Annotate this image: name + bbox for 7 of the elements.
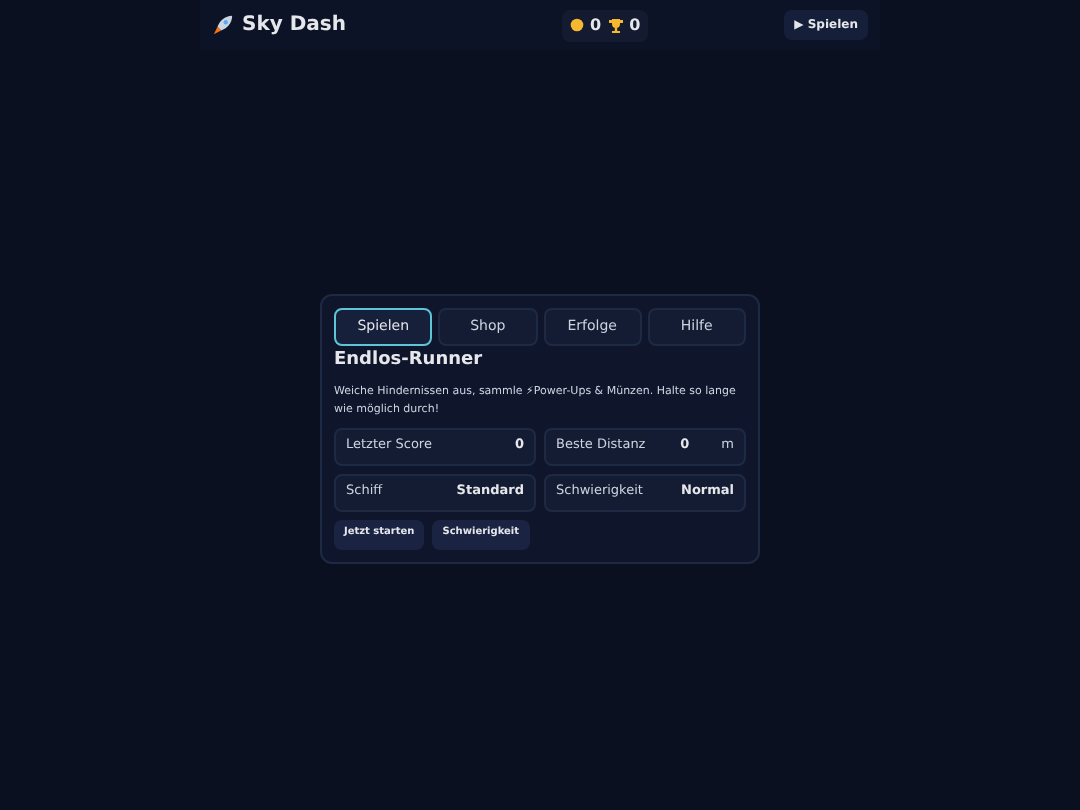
app-title: Sky Dash [242, 12, 346, 40]
rocket-icon [212, 14, 234, 36]
trophy-count: 0 [629, 13, 641, 37]
coin-icon [569, 18, 584, 32]
panel-title: Endlos-Runner [334, 348, 485, 374]
trophy-icon [607, 17, 624, 33]
coin-count: 0 [589, 13, 602, 37]
